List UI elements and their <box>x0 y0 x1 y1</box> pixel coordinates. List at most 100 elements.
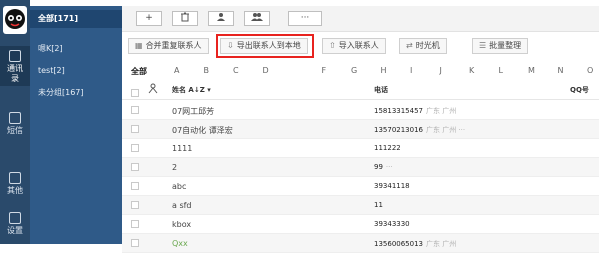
phone-location: ··· <box>385 163 393 171</box>
alpha-letter[interactable]: N <box>558 66 564 75</box>
phone-number: 111222 <box>374 144 401 152</box>
merge-duplicates-button[interactable]: ▦ 合并重复联系人 <box>128 38 209 54</box>
alphabet-filter: 全部 A B C D F G H I J K L M N O <box>122 64 599 78</box>
import-contacts-button[interactable]: ⇧ 导入联系人 <box>322 38 386 54</box>
table-row[interactable]: abc 39341118 <box>122 177 599 196</box>
highlight-box <box>216 34 314 58</box>
import-label: 导入联系人 <box>338 41 379 50</box>
row-checkbox[interactable] <box>131 201 139 209</box>
phone-location: 广东 广州 <box>426 240 457 248</box>
nav-item-2[interactable]: 其他 <box>0 168 30 198</box>
alpha-letter[interactable]: O <box>587 66 593 75</box>
batch-organize-button[interactable]: ☰ 批量整理 <box>472 38 529 54</box>
phone-number: 15813315457 <box>374 107 423 115</box>
contact-phone: 15813315457 广东 广州 <box>374 106 456 116</box>
nav-item-label: 设置 <box>7 226 23 235</box>
group-button[interactable] <box>244 11 270 26</box>
contact-name[interactable]: 1111 <box>172 144 192 153</box>
list-icon: ☰ <box>479 41 487 50</box>
alpha-letter[interactable]: F <box>322 66 327 75</box>
table-row[interactable]: kbox 39343330 <box>122 215 599 234</box>
alpha-letter[interactable]: G <box>351 66 357 75</box>
qq-column-header: QQ号 <box>570 86 589 94</box>
phone-number: 39343330 <box>374 220 410 228</box>
group-item[interactable]: test[2] <box>30 62 122 80</box>
time-machine-button[interactable]: ⇄ 时光机 <box>399 38 447 54</box>
nav-item-1[interactable]: 短信 <box>0 108 30 138</box>
time-machine-label: 时光机 <box>415 41 440 50</box>
grid-icon <box>9 172 21 184</box>
contact-name[interactable]: 07自动化 谭泽宏 <box>172 125 233 136</box>
row-checkbox[interactable] <box>131 125 139 133</box>
batch-label: 批量整理 <box>489 41 522 50</box>
contact-name[interactable]: 2 <box>172 163 177 172</box>
message-icon <box>9 112 21 124</box>
alpha-letter[interactable]: A <box>174 66 179 75</box>
phone-number: 11 <box>374 201 383 209</box>
group-item[interactable]: 全部[171] <box>30 10 122 28</box>
nav-item-3[interactable]: 设置 <box>0 208 30 238</box>
contact-phone: 13570213016 广东 广州 ··· <box>374 125 465 135</box>
table-row[interactable]: a sfd 11 <box>122 196 599 215</box>
phone-location: 广东 广州 <box>426 107 457 115</box>
user-button[interactable] <box>208 11 234 26</box>
avatar[interactable] <box>3 6 27 34</box>
table-row[interactable]: 07网工邱芳 15813315457 广东 广州 <box>122 101 599 120</box>
merge-label: 合并重复联系人 <box>145 41 202 50</box>
group-list: 全部[171] 嗯K[2] test[2] 未分组[167] <box>30 6 122 244</box>
alpha-letter[interactable]: J <box>440 66 442 75</box>
contact-name[interactable]: a sfd <box>172 201 192 210</box>
phone-number: 39341118 <box>374 182 410 190</box>
person-icon <box>148 83 158 96</box>
merge-icon: ▦ <box>135 41 143 50</box>
users-icon <box>251 13 263 25</box>
name-column-header[interactable]: 姓名 A↓Z ▾ <box>172 85 211 95</box>
nav-item-label: 录 <box>11 74 19 83</box>
more-button[interactable]: ··· <box>288 11 322 26</box>
gear-icon <box>9 212 21 224</box>
alpha-letter[interactable]: H <box>381 66 387 75</box>
alpha-letter[interactable]: L <box>499 66 503 75</box>
contact-phone: 111222 <box>374 144 404 152</box>
action-toolbar: ▦ 合并重复联系人 ⇩ 导出联系人到本地 ⇧ 导入联系人 ⇄ 时光机 ☰ 批量整理 <box>122 36 599 56</box>
table-row[interactable]: 2 99 ··· <box>122 158 599 177</box>
phone-column-header: 电话 <box>374 86 388 94</box>
contact-name[interactable]: 07网工邱芳 <box>172 106 214 117</box>
alpha-letter[interactable]: C <box>233 66 239 75</box>
row-checkbox[interactable] <box>131 163 139 171</box>
contact-phone: 39341118 <box>374 182 413 190</box>
add-button[interactable]: + <box>136 11 162 26</box>
table-row[interactable]: 07自动化 谭泽宏 13570213016 广东 广州 ··· <box>122 120 599 139</box>
swap-icon: ⇄ <box>406 41 413 50</box>
nav-item-label: 短信 <box>7 126 23 135</box>
row-checkbox[interactable] <box>131 239 139 247</box>
phone-number: 99 <box>374 163 383 171</box>
alpha-letter[interactable]: I <box>410 66 412 75</box>
alpha-letter[interactable]: B <box>204 66 210 75</box>
delete-button[interactable] <box>172 11 198 26</box>
contact-name[interactable]: kbox <box>172 220 191 229</box>
address-book-icon <box>9 50 21 62</box>
row-checkbox[interactable] <box>131 106 139 114</box>
alpha-letter[interactable]: D <box>263 66 269 75</box>
nav-item-label: 其他 <box>7 186 23 195</box>
contact-name[interactable]: abc <box>172 182 186 191</box>
contact-phone: 11 <box>374 201 386 209</box>
contact-phone: 39343330 <box>374 220 413 228</box>
row-checkbox[interactable] <box>131 144 139 152</box>
row-checkbox[interactable] <box>131 182 139 190</box>
nav-item-0[interactable]: 通讯录 <box>0 46 30 86</box>
phone-number: 13570213016 <box>374 126 423 134</box>
group-item[interactable]: 未分组[167] <box>30 84 122 102</box>
table-header: 姓名 A↓Z ▾ 电话 QQ号 <box>122 80 599 100</box>
row-checkbox[interactable] <box>131 220 139 228</box>
alpha-letter[interactable]: M <box>528 66 535 75</box>
contact-phone: 13560065013 广东 广州 <box>374 239 456 249</box>
top-toolbar: + ··· <box>122 6 599 32</box>
table-row[interactable]: 1111 111222 <box>122 139 599 158</box>
phone-location: 广东 广州 ··· <box>426 126 466 134</box>
user-icon <box>216 13 226 25</box>
alpha-letter[interactable]: K <box>469 66 474 75</box>
alpha-all[interactable]: 全部 <box>131 66 147 77</box>
group-item[interactable]: 嗯K[2] <box>30 40 122 58</box>
